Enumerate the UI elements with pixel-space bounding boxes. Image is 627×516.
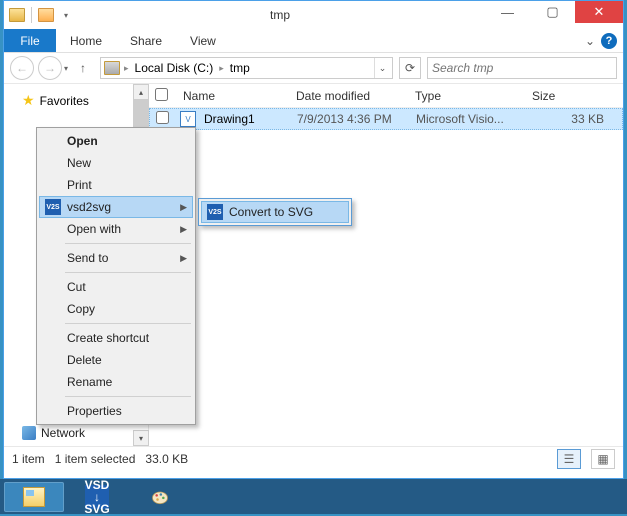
file-date: 7/9/2013 4:36 PM xyxy=(293,112,412,126)
tab-share[interactable]: Share xyxy=(116,29,176,52)
network-icon xyxy=(22,426,36,440)
submenu-arrow-icon: ▶ xyxy=(180,253,187,264)
maximize-button[interactable]: ▢ xyxy=(530,1,575,23)
menu-open[interactable]: Open xyxy=(39,130,193,152)
menu-send-to[interactable]: Send to ▶ xyxy=(39,247,193,269)
up-button[interactable]: ↑ xyxy=(72,57,94,79)
drive-icon xyxy=(103,59,121,77)
vsd2svg-icon: V2S xyxy=(207,204,223,220)
file-type: Microsoft Visio... xyxy=(412,112,529,126)
convert-label: Convert to SVG xyxy=(229,205,313,219)
expand-ribbon-icon[interactable]: ⌄ xyxy=(585,34,595,48)
taskbar: VSD↓SVG xyxy=(0,479,627,514)
file-size: 33 KB xyxy=(529,112,622,126)
scroll-down-icon[interactable]: ▾ xyxy=(133,430,149,446)
nav-scrollbar[interactable]: ▴ xyxy=(133,84,149,130)
vsd2svg-label: vsd2svg xyxy=(67,200,111,214)
history-dropdown-icon[interactable]: ▾ xyxy=(64,64,68,73)
network-label: Network xyxy=(41,426,85,440)
titlebar: ▾ tmp — ▢ ✕ xyxy=(4,1,623,29)
visio-file-icon: V xyxy=(180,111,196,127)
taskbar-explorer[interactable] xyxy=(4,482,64,512)
menu-separator xyxy=(65,272,191,273)
scroll-thumb[interactable] xyxy=(133,100,149,130)
menu-cut[interactable]: Cut xyxy=(39,276,193,298)
menu-convert-to-svg[interactable]: V2S Convert to SVG xyxy=(201,201,349,223)
minimize-button[interactable]: — xyxy=(485,1,530,23)
menu-new[interactable]: New xyxy=(39,152,193,174)
window-buttons: — ▢ ✕ xyxy=(485,7,623,23)
favorites-label: Favorites xyxy=(40,94,89,108)
new-folder-icon[interactable] xyxy=(37,6,55,24)
col-date[interactable]: Date modified xyxy=(292,89,411,103)
address-bar[interactable]: ▸ Local Disk (C:) ▸ tmp ⌄ xyxy=(100,57,393,79)
crumb-drive[interactable]: Local Disk (C:) xyxy=(132,61,217,75)
submenu-arrow-icon: ▶ xyxy=(180,202,187,213)
file-tab[interactable]: File xyxy=(4,29,56,52)
status-bar: 1 item 1 item selected 33.0 KB ☰ ▦ xyxy=(4,446,623,471)
menu-vsd2svg[interactable]: V2S vsd2svg ▶ xyxy=(39,196,193,218)
explorer-icon xyxy=(23,487,45,507)
column-headers: Name Date modified Type Size xyxy=(149,84,623,108)
menu-delete[interactable]: Delete xyxy=(39,349,193,371)
file-name: Drawing1 xyxy=(200,112,293,126)
thumbnails-view-button[interactable]: ▦ xyxy=(591,449,615,469)
tab-home[interactable]: Home xyxy=(56,29,116,52)
back-button[interactable]: ← xyxy=(10,56,34,80)
vsd2svg-app-icon: VSD↓SVG xyxy=(85,485,109,509)
navigation-bar: ← → ▾ ↑ ▸ Local Disk (C:) ▸ tmp ⌄ ⟳ xyxy=(4,53,623,84)
submenu-arrow-icon: ▶ xyxy=(180,224,187,235)
vsd2svg-submenu: V2S Convert to SVG xyxy=(198,198,352,226)
selected-count: 1 item selected xyxy=(55,452,136,466)
menu-properties[interactable]: Properties xyxy=(39,400,193,422)
forward-button: → xyxy=(38,56,62,80)
network-group[interactable]: Network xyxy=(22,426,85,440)
menu-rename[interactable]: Rename xyxy=(39,371,193,393)
quick-access-toolbar: ▾ xyxy=(4,6,75,24)
favorites-group[interactable]: ★ Favorites xyxy=(4,90,148,111)
col-type[interactable]: Type xyxy=(411,89,528,103)
taskbar-paint[interactable] xyxy=(130,482,190,512)
menu-separator xyxy=(65,243,191,244)
crumb-folder[interactable]: tmp xyxy=(227,61,253,75)
qat-dropdown-icon[interactable]: ▾ xyxy=(57,6,75,24)
address-dropdown-icon[interactable]: ⌄ xyxy=(374,58,390,78)
col-name[interactable]: Name xyxy=(179,89,292,103)
refresh-button[interactable]: ⟳ xyxy=(399,57,421,79)
tab-view[interactable]: View xyxy=(176,29,230,52)
chevron-right-icon[interactable]: ▸ xyxy=(216,63,227,74)
item-count: 1 item xyxy=(12,452,45,466)
paint-icon xyxy=(150,486,170,508)
menu-separator xyxy=(65,323,191,324)
context-menu: Open New Print V2S vsd2svg ▶ Open with ▶… xyxy=(36,127,196,425)
open-with-label: Open with xyxy=(67,222,121,236)
separator xyxy=(31,7,32,23)
row-checkbox[interactable] xyxy=(156,111,180,127)
menu-print[interactable]: Print xyxy=(39,174,193,196)
taskbar-vsd2svg[interactable]: VSD↓SVG xyxy=(67,482,127,512)
menu-create-shortcut[interactable]: Create shortcut xyxy=(39,327,193,349)
search-box[interactable] xyxy=(427,57,617,79)
send-to-label: Send to xyxy=(67,251,108,265)
search-input[interactable] xyxy=(428,58,616,78)
details-view-button[interactable]: ☰ xyxy=(557,449,581,469)
file-row[interactable]: V Drawing1 7/9/2013 4:36 PM Microsoft Vi… xyxy=(149,108,623,130)
menu-open-with[interactable]: Open with ▶ xyxy=(39,218,193,240)
help-icon[interactable]: ? xyxy=(601,33,617,49)
chevron-right-icon[interactable]: ▸ xyxy=(121,63,132,74)
folder-properties-icon[interactable] xyxy=(8,6,26,24)
ribbon: File Home Share View ⌄ ? xyxy=(4,29,623,53)
menu-copy[interactable]: Copy xyxy=(39,298,193,320)
select-all-checkbox[interactable] xyxy=(155,88,179,104)
selected-size: 33.0 KB xyxy=(145,452,188,466)
scroll-up-icon[interactable]: ▴ xyxy=(133,84,149,100)
file-list: Name Date modified Type Size V Drawing1 … xyxy=(149,84,623,446)
window-title: tmp xyxy=(75,8,485,22)
col-size[interactable]: Size xyxy=(528,89,623,103)
close-button[interactable]: ✕ xyxy=(575,1,623,23)
menu-separator xyxy=(65,396,191,397)
star-icon: ★ xyxy=(22,92,35,109)
vsd2svg-icon: V2S xyxy=(45,199,61,215)
